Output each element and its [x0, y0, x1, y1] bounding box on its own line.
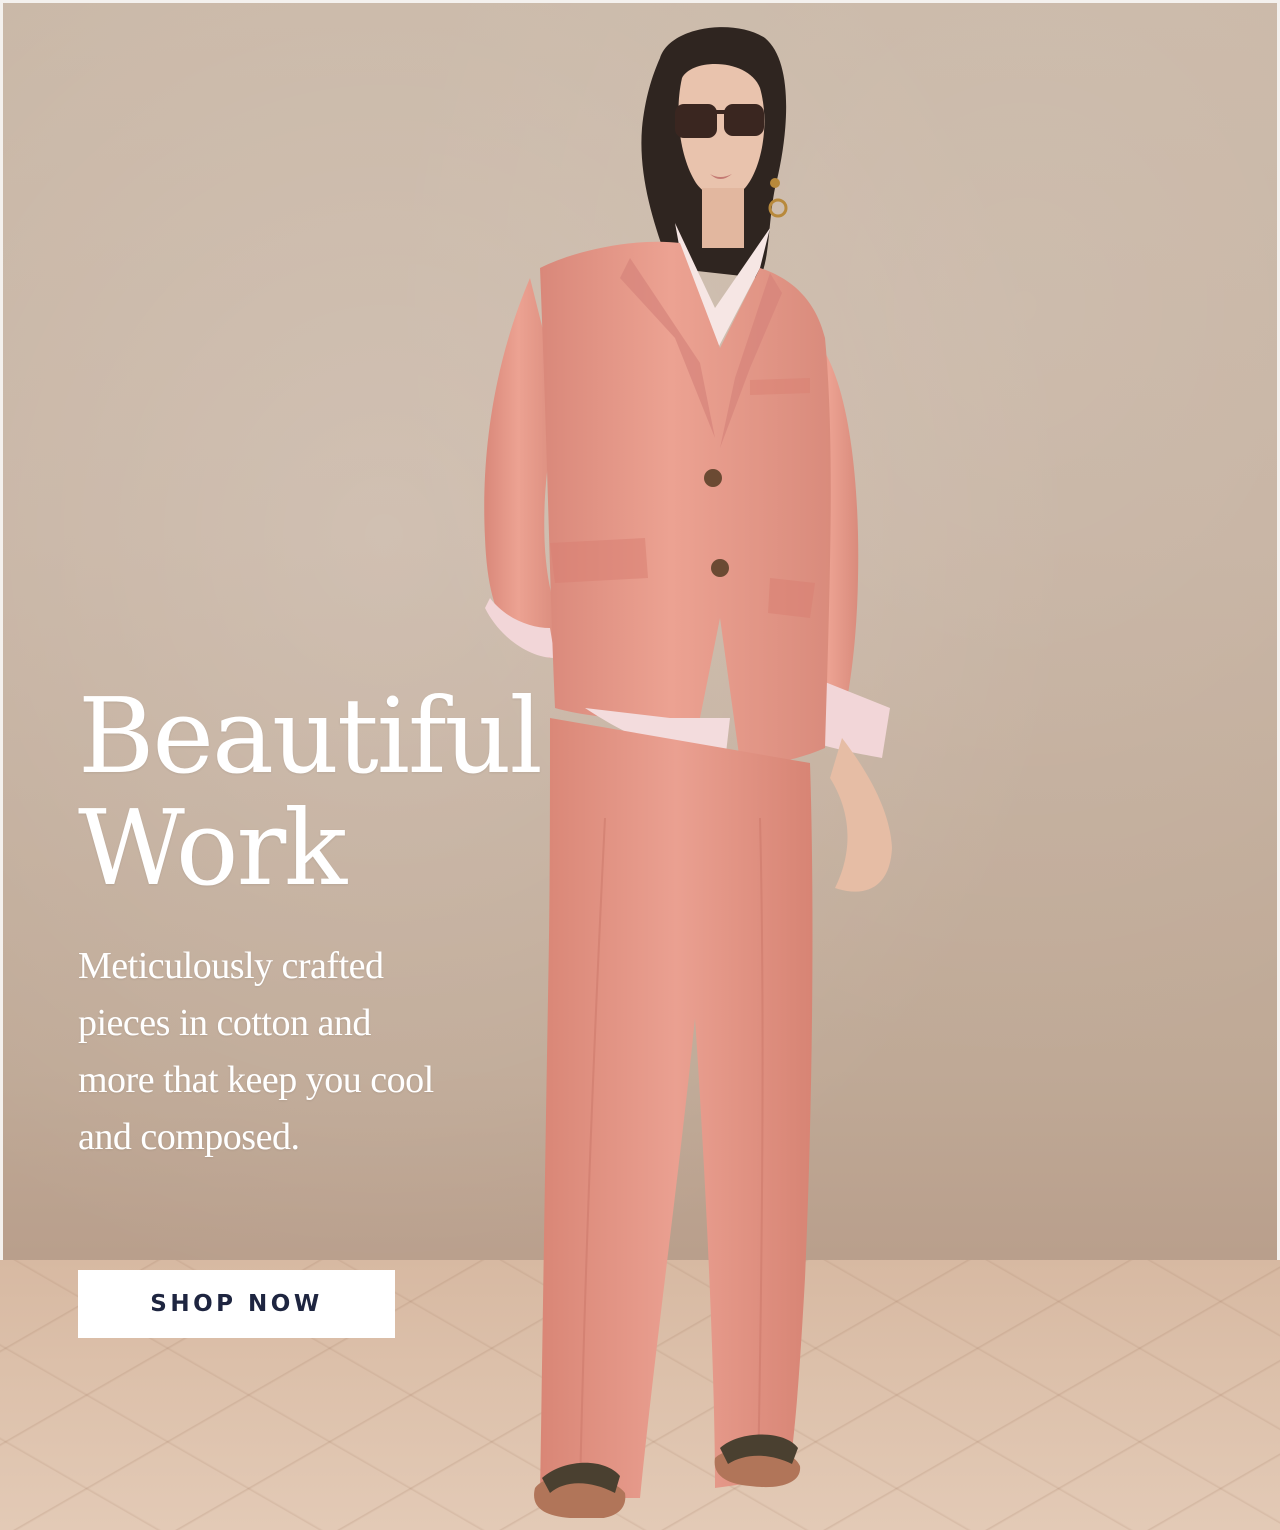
shop-now-button[interactable]: SHOP NOW — [78, 1270, 395, 1338]
hero-headline-line1: Beautiful — [78, 675, 543, 797]
hero-headline: Beautiful Work — [78, 675, 543, 909]
hero-banner: Beautiful Work Meticulously crafted piec… — [0, 0, 1280, 1530]
hero-headline-line2: Work — [78, 787, 347, 909]
hero-description: Meticulously crafted pieces in cotton an… — [78, 945, 434, 1158]
